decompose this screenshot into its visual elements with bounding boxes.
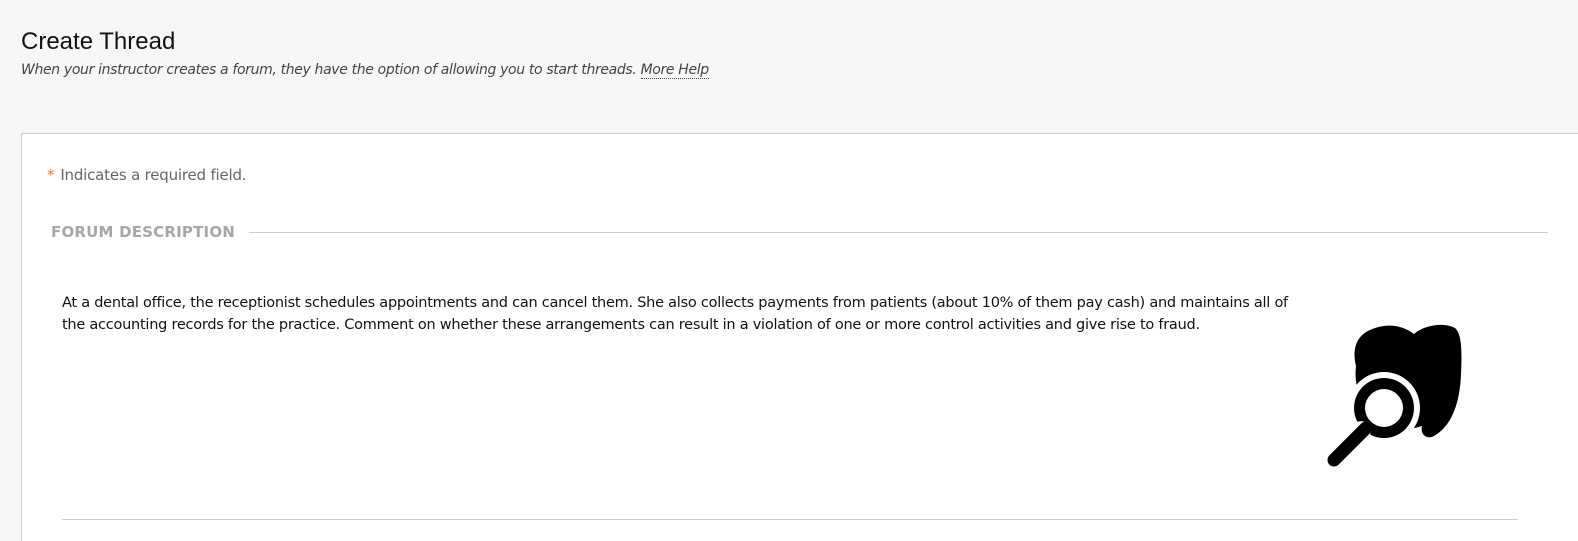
forum-description-text: At a dental office, the receptionist sch… (62, 295, 1288, 333)
tooth-magnifier-icon (1322, 322, 1464, 467)
required-field-note: * Indicates a required field. (47, 166, 247, 184)
section-divider (249, 231, 1548, 233)
page-title: Create Thread (21, 28, 176, 55)
create-thread-panel: * Indicates a required field. FORUM DESCR… (21, 133, 1578, 541)
page-header: Create Thread When your instructor creat… (21, 28, 709, 79)
required-star: * (47, 166, 55, 184)
more-help-link[interactable]: More Help (640, 62, 709, 79)
required-note-text: Indicates a required field. (60, 166, 247, 184)
page-subtitle: When your instructor creates a forum, th… (21, 62, 709, 79)
section-title: FORUM DESCRIPTION (51, 223, 236, 241)
page-subtitle-text: When your instructor creates a forum, th… (21, 62, 637, 78)
forum-description-header: FORUM DESCRIPTION (51, 223, 1548, 241)
bottom-divider (62, 519, 1518, 520)
